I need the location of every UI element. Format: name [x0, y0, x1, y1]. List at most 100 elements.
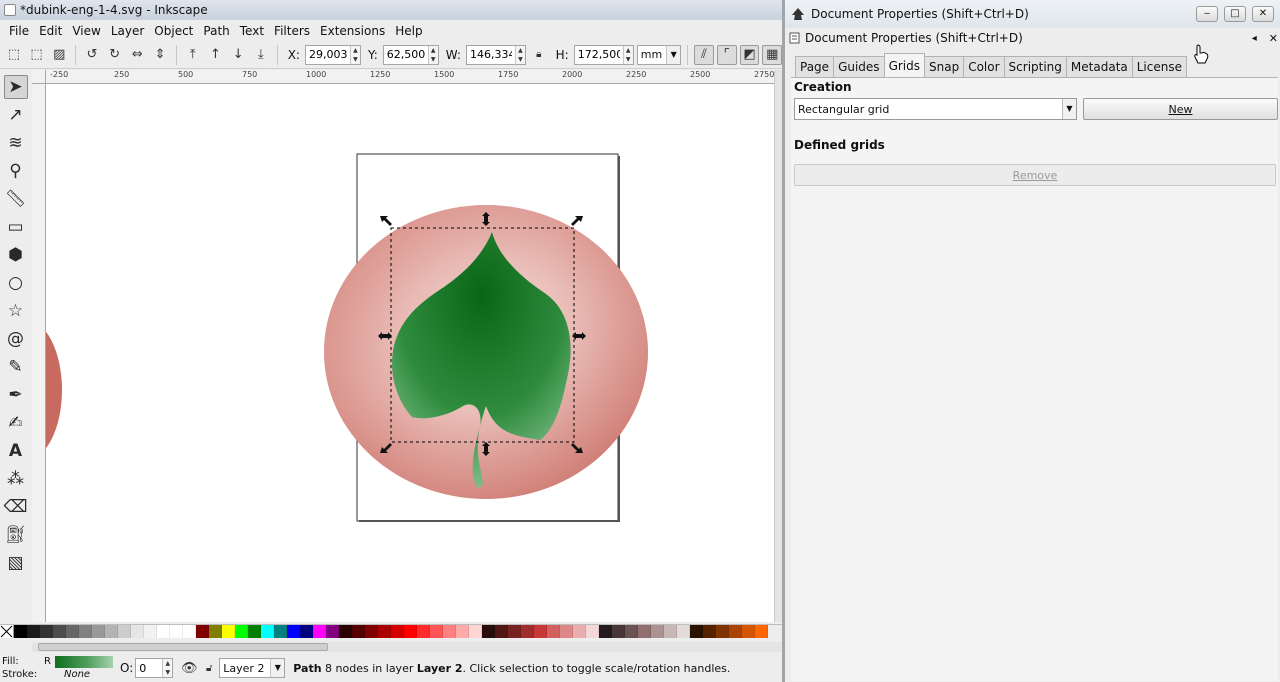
drawing-canvas[interactable]: [46, 84, 774, 622]
spray-tool-icon[interactable]: ⁂: [4, 467, 28, 491]
palette-swatch[interactable]: [313, 625, 326, 638]
rotate-ccw-icon[interactable]: ↺: [82, 45, 102, 65]
lock-icon[interactable]: 🔒︎: [529, 45, 549, 65]
deselect-icon[interactable]: ▨: [49, 45, 69, 65]
h-input[interactable]: [574, 45, 623, 64]
visibility-eye-icon[interactable]: 👁︎: [179, 658, 199, 678]
w-input[interactable]: [466, 45, 515, 64]
palette-swatch[interactable]: [690, 625, 703, 638]
menu-view[interactable]: View: [67, 24, 105, 38]
palette-swatch[interactable]: [677, 625, 690, 638]
fill-stroke-indicator[interactable]: Fill: R Stroke: None: [0, 654, 116, 682]
palette-swatch[interactable]: [521, 625, 534, 638]
layer-select[interactable]: Layer 2 ▼: [219, 658, 286, 678]
palette-swatch[interactable]: [417, 625, 430, 638]
pen-tool-icon[interactable]: ✒: [4, 383, 28, 407]
menu-path[interactable]: Path: [198, 24, 234, 38]
palette-swatch[interactable]: [287, 625, 300, 638]
menu-edit[interactable]: Edit: [34, 24, 67, 38]
opacity-spinbox[interactable]: ▲▼: [135, 658, 174, 678]
palette-swatch[interactable]: [625, 625, 638, 638]
scale-corners-icon[interactable]: ⌜: [716, 44, 737, 65]
tab-metadata[interactable]: Metadata: [1065, 56, 1133, 77]
palette-swatch[interactable]: [144, 625, 157, 638]
palette-swatch[interactable]: [599, 625, 612, 638]
layer-lock-icon[interactable]: 🔓︎: [199, 658, 219, 678]
palette-swatch[interactable]: [495, 625, 508, 638]
flip-horizontal-icon[interactable]: ⇔: [128, 45, 148, 65]
palette-swatch[interactable]: [703, 625, 716, 638]
transform-gradients-icon[interactable]: ◩: [739, 44, 760, 65]
horizontal-scroll-thumb[interactable]: [38, 643, 328, 651]
rotate-cw-icon[interactable]: ↻: [105, 45, 125, 65]
tab-license[interactable]: License: [1131, 56, 1187, 77]
palette-swatch[interactable]: [365, 625, 378, 638]
palette-swatch[interactable]: [339, 625, 352, 638]
transform-patterns-icon[interactable]: ▦: [762, 44, 783, 65]
palette-swatch[interactable]: [716, 625, 729, 638]
palette-swatch[interactable]: [105, 625, 118, 638]
no-paint-swatch-icon[interactable]: [0, 625, 14, 638]
palette-swatch[interactable]: [66, 625, 79, 638]
palette-swatch[interactable]: [222, 625, 235, 638]
x-spinbox[interactable]: ▲▼: [304, 44, 361, 65]
lower-icon[interactable]: ↓: [228, 45, 248, 65]
rectangle-tool-icon[interactable]: ▭: [4, 215, 28, 239]
vertical-scrollbar[interactable]: [774, 70, 782, 622]
ellipse-tool-icon[interactable]: ○: [4, 271, 28, 295]
menu-filters[interactable]: Filters: [269, 24, 315, 38]
menu-layer[interactable]: Layer: [106, 24, 149, 38]
horizontal-ruler[interactable]: -250 250 500 750 1000 1250 1500 1750 2000 2250 250…: [46, 70, 838, 84]
palette-swatch[interactable]: [612, 625, 625, 638]
palette-swatch[interactable]: [508, 625, 521, 638]
palette-swatch[interactable]: [274, 625, 287, 638]
palette-swatch[interactable]: [586, 625, 599, 638]
palette-swatch[interactable]: [664, 625, 677, 638]
palette-swatch[interactable]: [404, 625, 417, 638]
palette-swatch[interactable]: [118, 625, 131, 638]
remove-grid-button[interactable]: Remove: [794, 164, 1276, 186]
palette-swatch[interactable]: [352, 625, 365, 638]
palette-swatch[interactable]: [53, 625, 66, 638]
tab-guides[interactable]: Guides: [833, 56, 885, 77]
palette-swatch[interactable]: [196, 625, 209, 638]
palette-swatch[interactable]: [248, 625, 261, 638]
palette-swatch[interactable]: [430, 625, 443, 638]
unit-select[interactable]: mm ▼: [636, 44, 682, 65]
dock-iconify-icon[interactable]: ◂: [1252, 33, 1257, 44]
raise-icon[interactable]: ↑: [206, 45, 226, 65]
palette-swatch[interactable]: [482, 625, 495, 638]
gradient-tool-icon[interactable]: ▧: [4, 551, 28, 575]
tab-color[interactable]: Color: [963, 56, 1005, 77]
palette-swatch[interactable]: [560, 625, 573, 638]
spin-arrows-icon[interactable]: ▲ ▼: [514, 45, 525, 64]
paint-bucket-tool-icon[interactable]: ⛽︎: [4, 523, 28, 547]
node-tool-icon[interactable]: ↗: [4, 103, 28, 127]
palette-swatch[interactable]: [638, 625, 651, 638]
palette-swatch[interactable]: [651, 625, 664, 638]
w-spinbox[interactable]: ▲▼: [465, 44, 526, 65]
y-spinbox[interactable]: ▲▼: [382, 44, 439, 65]
tab-page[interactable]: Page: [795, 56, 835, 77]
palette-swatch[interactable]: [755, 625, 768, 638]
fill-swatch[interactable]: [55, 656, 113, 668]
palette-swatch[interactable]: [14, 625, 27, 638]
3d-box-tool-icon[interactable]: ⬢: [4, 243, 28, 267]
h-spinbox[interactable]: ▲▼: [573, 44, 634, 65]
eraser-tool-icon[interactable]: ⌫: [3, 495, 27, 519]
dock-close-icon[interactable]: ✕: [1269, 32, 1278, 45]
palette-swatch[interactable]: [443, 625, 456, 638]
menu-extensions[interactable]: Extensions: [315, 24, 390, 38]
palette-swatch[interactable]: [547, 625, 560, 638]
tweak-tool-icon[interactable]: ≋: [4, 131, 28, 155]
menu-object[interactable]: Object: [149, 24, 198, 38]
calligraphy-tool-icon[interactable]: ✍: [4, 411, 28, 435]
select-all-icon[interactable]: ⬚: [4, 45, 24, 65]
opacity-input[interactable]: [136, 659, 163, 677]
pencil-tool-icon[interactable]: ✎: [4, 355, 28, 379]
spin-arrows-icon[interactable]: ▲ ▼: [162, 659, 173, 677]
new-grid-button[interactable]: New: [1083, 98, 1278, 120]
selector-tool-icon[interactable]: ➤: [3, 75, 28, 99]
vertical-ruler[interactable]: [32, 84, 46, 622]
close-icon[interactable]: ✕: [1252, 6, 1274, 22]
